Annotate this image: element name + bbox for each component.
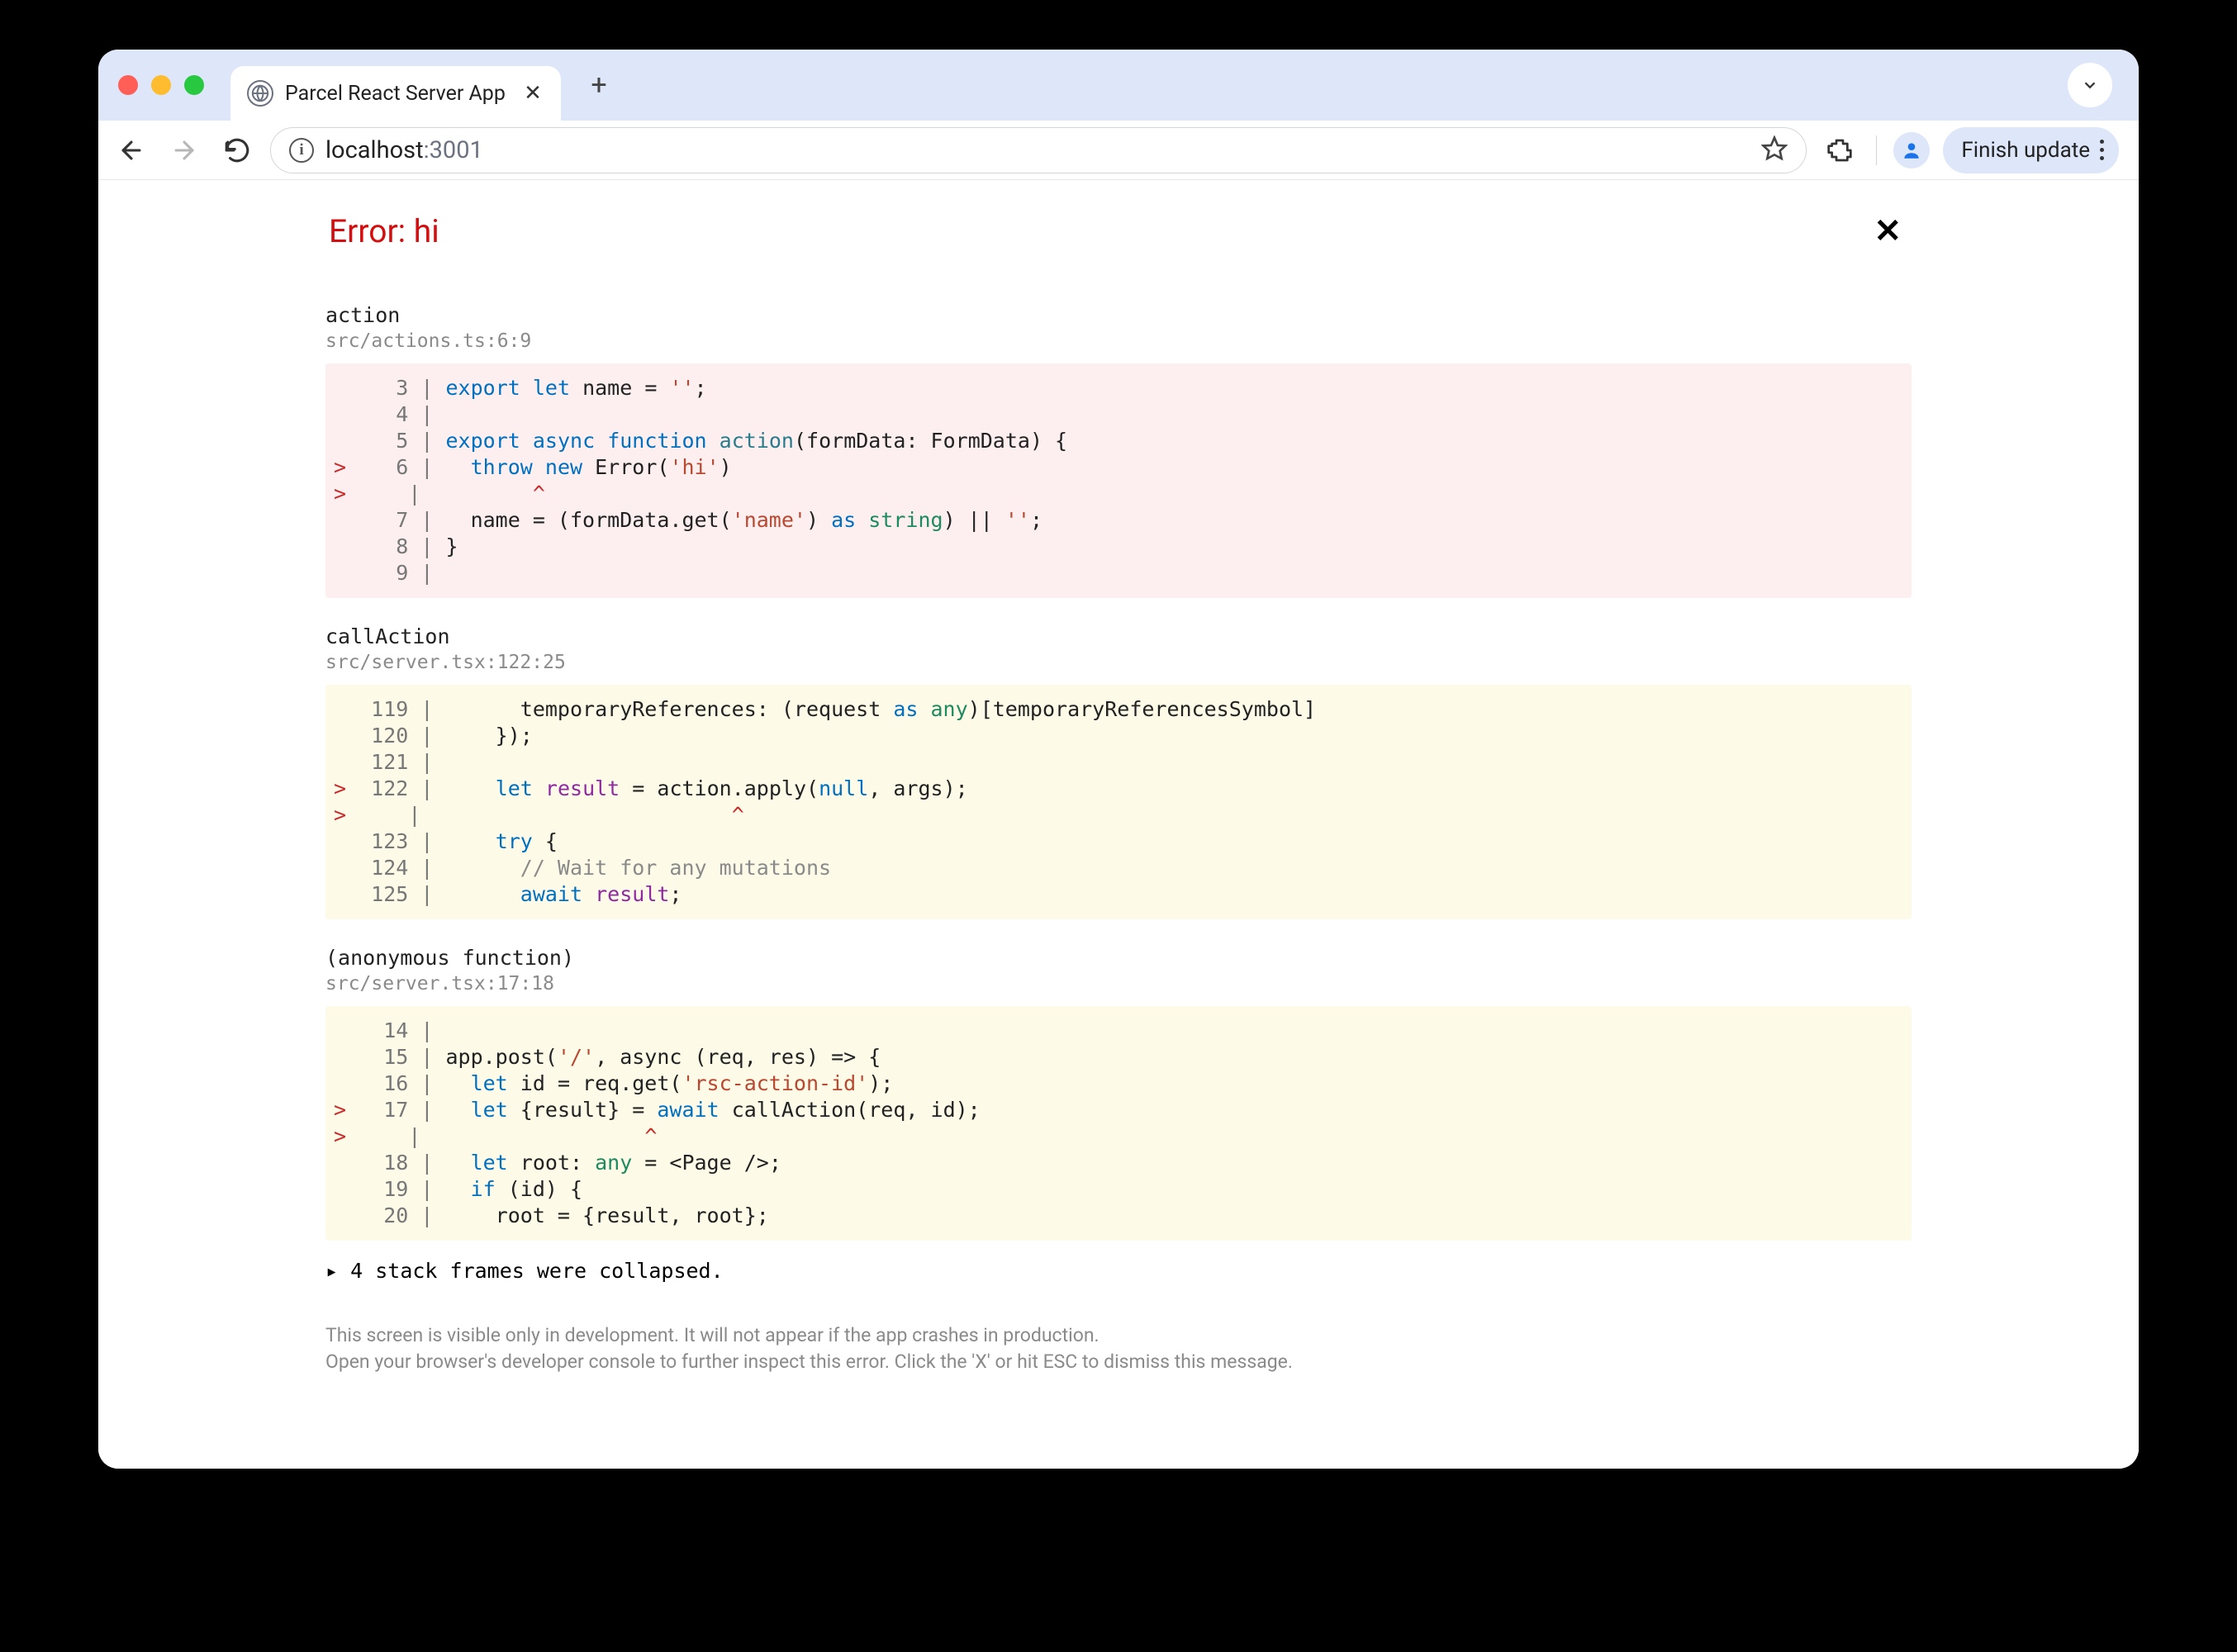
bookmark-star-icon[interactable] [1761, 135, 1788, 165]
tabs-dropdown-button[interactable] [2068, 63, 2112, 107]
finish-update-button[interactable]: Finish update [1943, 127, 2119, 173]
extensions-icon[interactable] [1820, 131, 1859, 170]
new-tab-button[interactable]: + [577, 64, 620, 107]
window-controls [118, 75, 204, 95]
globe-icon [247, 80, 273, 107]
collapsed-frames-toggle[interactable]: 4 stack frames were collapsed. [325, 1259, 1912, 1283]
code-snippet: 3 | export let name = ''; 4 | 5 | export… [325, 363, 1912, 598]
close-icon[interactable]: ✕ [1867, 205, 1908, 257]
url-text: localhost:3001 [325, 136, 483, 164]
browser-tab[interactable]: Parcel React Server App ✕ [230, 66, 561, 121]
stack-frame: (anonymous function) src/server.tsx:17:18… [325, 946, 1912, 1241]
forward-button[interactable] [164, 131, 204, 170]
finish-update-label: Finish update [1961, 138, 2090, 163]
frame-location: src/actions.ts:6:9 [325, 330, 1912, 352]
error-overlay: Error: hi ✕ action src/actions.ts:6:9 3 |… [325, 205, 1912, 1375]
maximize-window-button[interactable] [184, 75, 204, 95]
code-snippet: 119 | temporaryReferences: (request as a… [325, 685, 1912, 919]
code-snippet: 14 | 15 | app.post('/', async (req, res)… [325, 1006, 1912, 1241]
page-content: Error: hi ✕ action src/actions.ts:6:9 3 |… [98, 180, 2139, 1469]
reload-button[interactable] [217, 131, 257, 170]
address-bar[interactable]: i localhost:3001 [270, 127, 1807, 173]
tab-title: Parcel React Server App [285, 82, 506, 106]
frame-function-name: action [325, 303, 1912, 327]
browser-toolbar: i localhost:3001 Finish update [98, 121, 2139, 180]
stack-frame: action src/actions.ts:6:9 3 | export let … [325, 303, 1912, 598]
site-info-icon[interactable]: i [289, 138, 314, 163]
error-title: Error: hi [329, 212, 439, 250]
frame-location: src/server.tsx:17:18 [325, 973, 1912, 995]
back-button[interactable] [112, 131, 151, 170]
divider [1876, 135, 1877, 165]
minimize-window-button[interactable] [151, 75, 171, 95]
browser-window: Parcel React Server App ✕ + i localhost:… [98, 50, 2139, 1469]
close-window-button[interactable] [118, 75, 138, 95]
kebab-icon [2100, 140, 2104, 160]
frame-function-name: callAction [325, 624, 1912, 648]
stack-frame: callAction src/server.tsx:122:25 119 | te… [325, 624, 1912, 919]
close-tab-icon[interactable]: ✕ [521, 82, 544, 105]
dev-footer-note: This screen is visible only in developme… [325, 1322, 1912, 1375]
frame-location: src/server.tsx:122:25 [325, 652, 1912, 673]
profile-avatar[interactable] [1893, 132, 1930, 169]
frame-function-name: (anonymous function) [325, 946, 1912, 970]
tab-strip: Parcel React Server App ✕ + [98, 50, 2139, 121]
